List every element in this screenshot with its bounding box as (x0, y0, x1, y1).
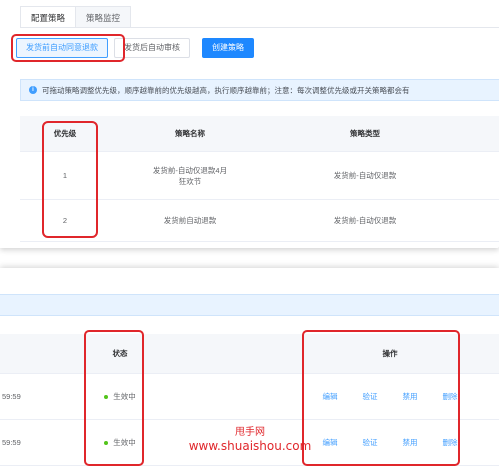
highlight-box-priority-column (42, 121, 98, 238)
notice-strip (0, 294, 499, 316)
row-strategy-name: 发货前-自动仅退款4月狂欢节 (110, 152, 270, 199)
tabs-divider (20, 27, 499, 28)
row-time: 59:59 (2, 392, 21, 401)
watermark-brand: 甩手网 (235, 427, 265, 438)
strategy-config-panel: 配置策略 策略监控 发货前自动同意退款 发货后自动审核 创建策略 i 可拖动策略… (0, 0, 499, 248)
header-strategy-name: 策略名称 (175, 129, 205, 138)
site-watermark: 甩手网 www.shuaishou.com (160, 427, 340, 454)
header-time (0, 334, 80, 373)
highlight-box-status-column (84, 330, 144, 466)
row-time: 59:59 (2, 438, 21, 447)
highlight-box-button (11, 34, 125, 62)
post-shipment-auto-review-button[interactable]: 发货后自动审核 (114, 38, 190, 58)
tab-strategy-monitor[interactable]: 策略监控 (76, 6, 132, 28)
header-strategy-type: 策略类型 (350, 129, 380, 138)
row-strategy-name: 发货前自动退款 (163, 216, 217, 225)
tab-bar: 配置策略 策略监控 (20, 6, 132, 28)
watermark-url: www.shuaishou.com (188, 439, 312, 453)
create-strategy-button[interactable]: 创建策略 (202, 38, 254, 58)
row-spacer (160, 374, 310, 419)
row-strategy-name-text: 发货前-自动仅退款4月狂欢节 (152, 165, 228, 186)
tab-config-strategy[interactable]: 配置策略 (20, 6, 77, 28)
row-strategy-type: 发货前-自动仅退款 (333, 171, 397, 180)
notice-text: 可拖动策略调整优先级，顺序越靠前的优先级越高，执行顺序越靠前；注意：每次调整优先… (42, 85, 410, 95)
priority-notice: i 可拖动策略调整优先级，顺序越靠前的优先级越高，执行顺序越靠前；注意：每次调整… (20, 79, 499, 101)
row-strategy-type: 发货前-自动仅退款 (333, 216, 397, 225)
header-spacer (160, 334, 310, 373)
info-icon: i (29, 86, 37, 94)
